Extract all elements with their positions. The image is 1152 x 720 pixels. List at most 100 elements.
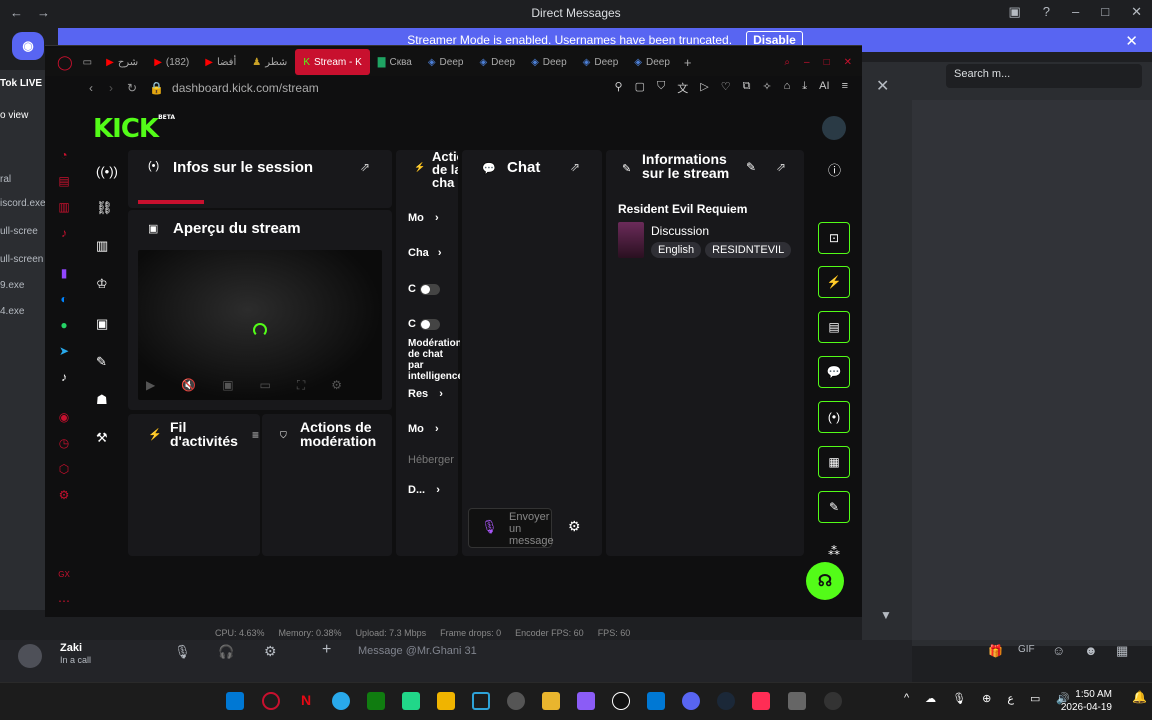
- chat-settings-icon[interactable]: ⚙: [568, 518, 581, 535]
- settings-gear-icon[interactable]: ⚙: [264, 643, 277, 660]
- pycharm-icon[interactable]: [402, 692, 420, 710]
- popout-icon[interactable]: ⇗: [570, 160, 580, 174]
- security-icon[interactable]: ⊕: [982, 692, 991, 705]
- music-icon[interactable]: ♪: [57, 226, 71, 240]
- start-icon[interactable]: [226, 692, 244, 710]
- language-icon[interactable]: ع: [1007, 692, 1014, 705]
- maximize-icon[interactable]: □: [1101, 4, 1109, 20]
- chat-input[interactable]: 🎙 Envoyer un message: [468, 508, 554, 548]
- tab-deepl[interactable]: ◈ Deep: [420, 49, 472, 75]
- new-tab-icon[interactable]: +: [684, 55, 692, 70]
- app-icon[interactable]: [788, 692, 806, 710]
- inbox-icon[interactable]: ▣: [1008, 4, 1020, 20]
- broadcast-button[interactable]: (•): [818, 401, 850, 433]
- opera-logo-icon[interactable]: ◯: [57, 54, 73, 71]
- twitch-icon[interactable]: ▮: [57, 266, 71, 280]
- tab-youtube[interactable]: ▶ شرح: [98, 49, 146, 75]
- play-icon[interactable]: ▶: [146, 378, 155, 393]
- cloud-icon[interactable]: ☁: [925, 692, 936, 705]
- discord-search-input[interactable]: Search m...: [946, 64, 1142, 88]
- link-icon[interactable]: ⛓: [96, 200, 113, 216]
- chat-button[interactable]: 💬: [818, 356, 850, 388]
- extensions-side-icon[interactable]: ⬡: [57, 462, 71, 476]
- filter-icon[interactable]: ▼: [880, 608, 892, 622]
- popout-icon[interactable]: ⇗: [776, 160, 786, 174]
- snapshot-icon[interactable]: ▢: [635, 80, 645, 96]
- app-icon[interactable]: [752, 692, 770, 710]
- broadcast-icon[interactable]: ((•)): [96, 164, 118, 179]
- play-icon[interactable]: ▷: [700, 80, 708, 96]
- translate-icon[interactable]: 文: [677, 80, 688, 96]
- mute-icon[interactable]: 🔇: [181, 378, 196, 393]
- tab-youtube[interactable]: ▶ أفضا: [197, 49, 244, 75]
- player-settings-icon[interactable]: ⚙: [331, 378, 342, 393]
- tag[interactable]: RESIDNTEVIL: [705, 242, 792, 258]
- tab-deepl[interactable]: ◈ Deep: [471, 49, 523, 75]
- screenshot-button[interactable]: ⊡: [818, 222, 850, 254]
- add-attachment-icon[interactable]: +: [322, 641, 331, 659]
- maximize-icon[interactable]: □: [824, 57, 830, 68]
- toggle-switch[interactable]: [419, 283, 440, 295]
- pin-icon[interactable]: ⚲: [615, 80, 623, 96]
- notes-button[interactable]: ▤: [818, 311, 850, 343]
- mod-row[interactable]: Mo ›: [408, 212, 439, 224]
- popout-icon[interactable]: ⇗: [360, 160, 370, 174]
- headset-icon[interactable]: 🎧: [218, 644, 234, 660]
- extension-translate-icon[interactable]: ⧉: [743, 80, 751, 96]
- support-headset-button[interactable]: ☊: [806, 562, 844, 600]
- network-icon[interactable]: ▭: [1030, 692, 1040, 705]
- analytics-icon[interactable]: ▥: [96, 238, 108, 254]
- chevron-up-icon[interactable]: ^: [904, 692, 909, 705]
- discord-home-icon[interactable]: ◉: [12, 32, 44, 60]
- gx-corner-icon[interactable]: ▤: [57, 174, 71, 188]
- pip-icon[interactable]: ▣: [222, 378, 233, 393]
- vscode-icon[interactable]: [647, 692, 665, 710]
- steam-icon[interactable]: [717, 692, 735, 710]
- whatsapp-icon[interactable]: ●: [57, 318, 71, 332]
- more-icon[interactable]: ⋯: [57, 594, 71, 608]
- close-icon[interactable]: ✕: [844, 57, 852, 68]
- sticker-icon[interactable]: ☺: [1052, 643, 1065, 658]
- taskbar-clock[interactable]: 1:50 AM 2026-04-19: [1061, 688, 1112, 714]
- heart-icon[interactable]: ♡: [721, 80, 731, 96]
- edit-icon[interactable]: ✎: [746, 160, 756, 174]
- messenger-icon[interactable]: ◐: [57, 292, 71, 306]
- discord-close-icon[interactable]: ✕: [876, 76, 889, 96]
- discord-taskbar-icon[interactable]: [682, 692, 700, 710]
- host-row[interactable]: Héberger: [408, 454, 454, 466]
- mic-tray-icon[interactable]: 🎙: [952, 692, 966, 705]
- minimize-icon[interactable]: –: [1072, 4, 1079, 20]
- tab-translate[interactable]: ▇ Сква: [370, 49, 420, 75]
- avatar[interactable]: [822, 116, 846, 140]
- mic-icon[interactable]: 🎙: [481, 519, 498, 535]
- tab-kick[interactable]: K Stream - K: [295, 49, 370, 75]
- share-icon[interactable]: ⁂: [828, 544, 840, 558]
- fullscreen-icon[interactable]: ⛶: [297, 378, 305, 393]
- reload-icon[interactable]: ↻: [127, 81, 137, 95]
- speed-dial-icon[interactable]: ◔: [57, 148, 71, 162]
- mod-row[interactable]: Res ›: [408, 388, 443, 400]
- telegram-icon[interactable]: ➤: [57, 344, 71, 358]
- tiktok-taskbar-icon[interactable]: [612, 692, 630, 710]
- xbox-icon[interactable]: [367, 692, 385, 710]
- visual-studio-icon[interactable]: [577, 692, 595, 710]
- app-icon[interactable]: [437, 692, 455, 710]
- gx-control-icon[interactable]: GX: [57, 568, 71, 582]
- tab-deepl[interactable]: ◈ Deep: [523, 49, 575, 75]
- avatar[interactable]: [18, 644, 42, 668]
- news-icon[interactable]: ▥: [57, 200, 71, 214]
- back-arrow-icon[interactable]: ←: [10, 5, 23, 20]
- telegram-taskbar-icon[interactable]: [332, 692, 350, 710]
- url-field[interactable]: dashboard.kick.com/stream: [172, 81, 319, 95]
- creator-icon[interactable]: ⚒: [96, 430, 108, 446]
- back-icon[interactable]: ‹: [89, 81, 93, 95]
- tab-youtube[interactable]: ▶ (182): [146, 49, 197, 75]
- mic-icon[interactable]: 🎙: [174, 644, 191, 660]
- apps-icon[interactable]: ▦: [1116, 643, 1128, 659]
- tag[interactable]: English: [651, 242, 702, 258]
- toggle-switch[interactable]: [419, 318, 440, 330]
- settings-icon[interactable]: ⚙: [57, 488, 71, 502]
- banner-close-icon[interactable]: ✕: [1125, 32, 1138, 50]
- unity-icon[interactable]: [507, 692, 525, 710]
- wallet-icon[interactable]: ⌂: [784, 80, 791, 96]
